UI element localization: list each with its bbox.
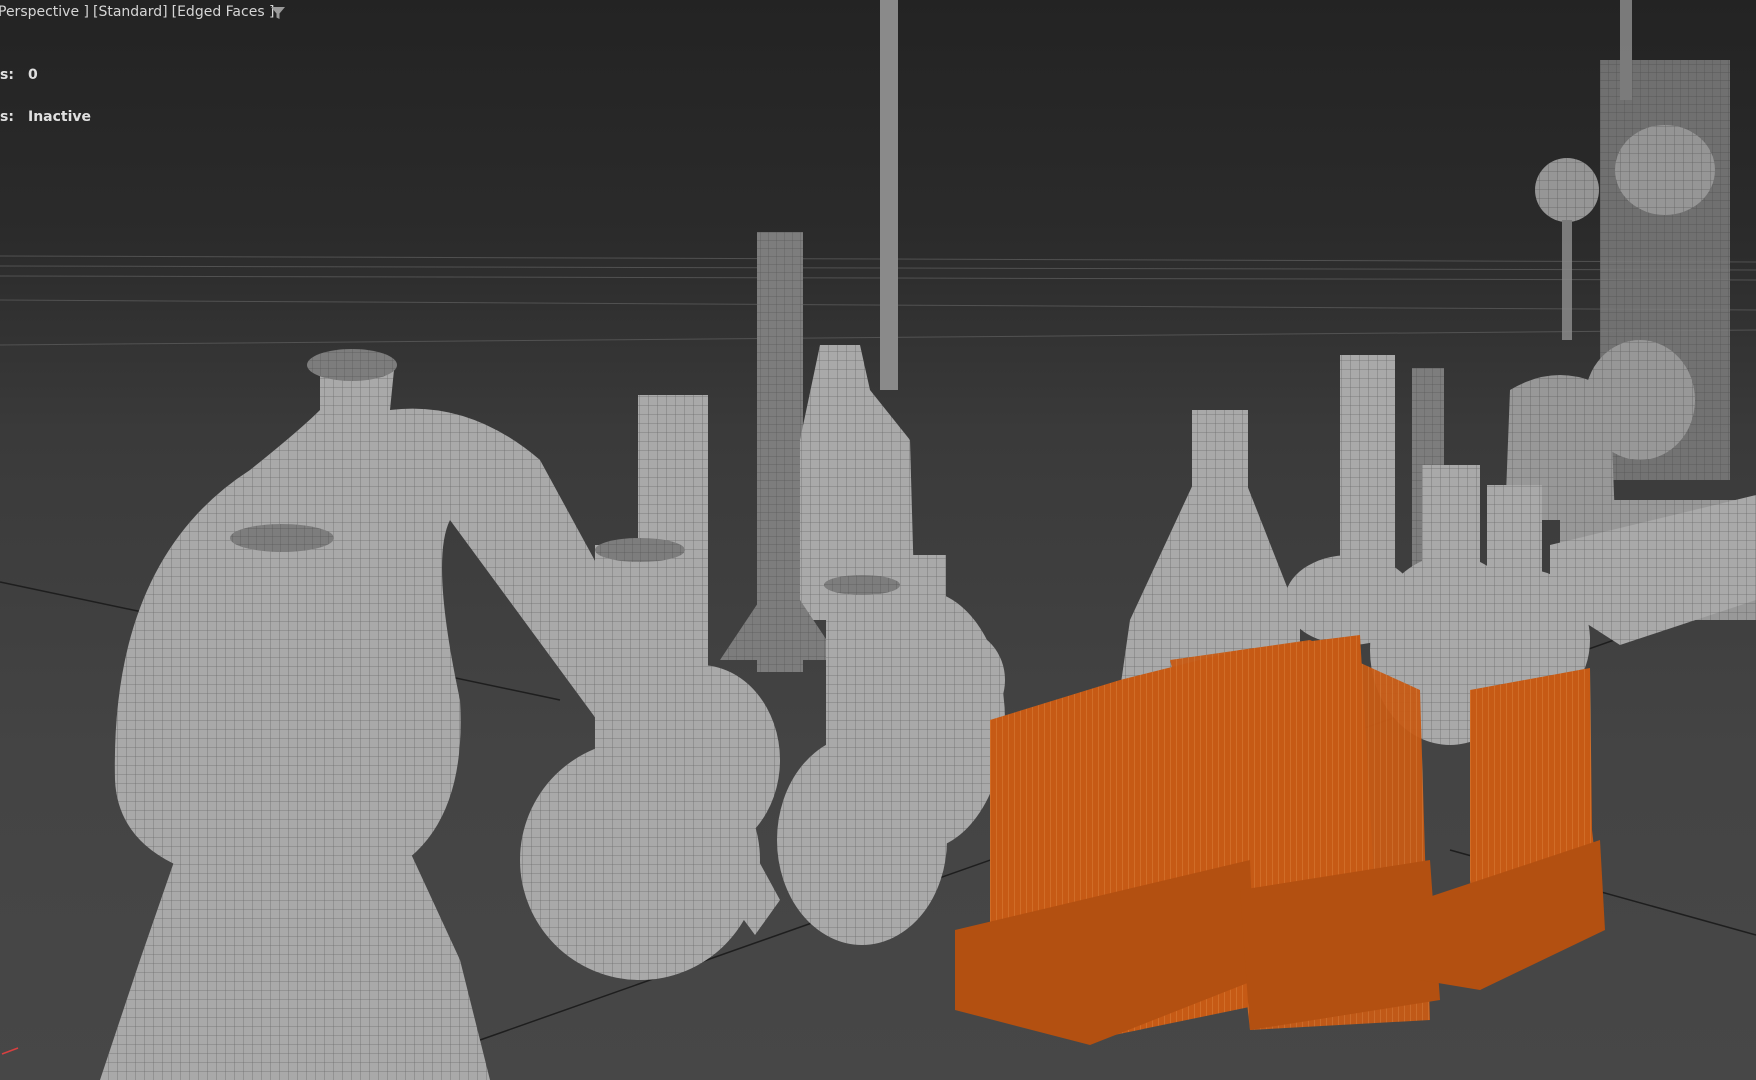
stat-row-status: s: Inactive	[0, 109, 91, 125]
scene-canvas[interactable]	[0, 0, 1756, 1080]
perspective-viewport[interactable]: Perspective ] [Standard] [Edged Faces ] s:…	[0, 0, 1756, 1080]
viewport-label-edged-faces[interactable]: [Edged Faces ]	[172, 4, 275, 20]
funnel-icon[interactable]	[270, 5, 286, 21]
stat-row-count: s: 0	[0, 67, 38, 83]
axis-tripod-icon	[1, 1047, 19, 1055]
test-tube-racks-selected	[955, 635, 1605, 1045]
stat-value: Inactive	[28, 109, 92, 125]
viewport-label[interactable]: Perspective ] [Standard] [Edged Faces ]	[0, 4, 279, 20]
erlenmeyer-flask	[100, 524, 490, 1080]
viewport-label-view[interactable]: Perspective ]	[0, 4, 89, 20]
stat-label: s:	[0, 109, 14, 125]
stat-label: s:	[0, 67, 14, 83]
stat-value: 0	[28, 67, 38, 83]
viewport-label-shading-standard[interactable]: [Standard]	[93, 4, 168, 20]
